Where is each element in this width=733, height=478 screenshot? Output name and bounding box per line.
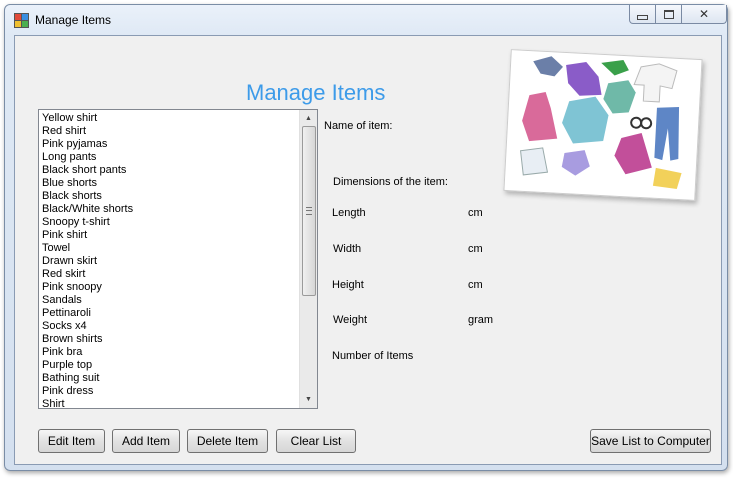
list-item[interactable]: Shirt [42,398,299,411]
length-label: Length [332,207,366,219]
close-button[interactable]: ✕ [682,5,727,24]
list-item[interactable]: Pink bra [42,346,299,359]
save-list-button[interactable]: Save List to Computer [590,429,711,453]
list-item[interactable]: Black shorts [42,190,299,203]
list-item[interactable]: Socks x4 [42,320,299,333]
clear-list-button[interactable]: Clear List [276,429,356,453]
maximize-button[interactable] [656,5,682,24]
close-icon: ✕ [698,7,710,21]
scroll-up-button[interactable]: ▲ [300,110,317,127]
weight-label: Weight [333,314,368,326]
height-label: Height [332,279,364,291]
width-label: Width [333,243,362,255]
list-item[interactable]: Brown shirts [42,333,299,346]
items-list: Yellow shirt Red shirt Pink pyjamas Long pa… [42,112,299,411]
add-item-button[interactable]: Add Item [112,429,180,453]
scroll-grip-icon [306,207,312,215]
list-item[interactable]: Blue shorts [42,177,299,190]
list-item[interactable]: Black short pants [42,164,299,177]
list-item[interactable]: Red shirt [42,125,299,138]
list-item[interactable]: Sandals [42,294,299,307]
list-item[interactable]: Yellow shirt [42,112,299,125]
list-item[interactable]: Red skirt [42,268,299,281]
client-area: Manage Items Yellow shirt Red shirt Pink p… [14,35,722,465]
items-listbox[interactable]: Yellow shirt Red shirt Pink pyjamas Long pa… [38,109,318,411]
list-item[interactable]: Long pants [42,151,299,164]
window-controls: ✕ [629,5,727,25]
list-item[interactable]: Pink shirt [42,229,299,242]
list-item[interactable]: Pink snoopy [42,281,299,294]
list-item[interactable]: Drawn skirt [42,255,299,268]
scroll-thumb[interactable] [302,126,316,296]
list-item[interactable]: Pink pyjamas [42,138,299,151]
delete-item-button[interactable]: Delete Item [187,429,268,453]
scroll-down-button[interactable]: ▼ [300,391,317,408]
list-item[interactable]: Black/White shorts [42,203,299,216]
list-item[interactable]: Towel [42,242,299,255]
list-item[interactable]: Pettinaroli [42,307,299,320]
maximize-icon [663,9,674,19]
list-item[interactable]: Snoopy t-shirt [42,216,299,229]
clothes-illustration [503,49,703,201]
clothes-illustration-graphic [519,56,682,189]
list-item[interactable]: Pink dress [42,385,299,398]
window-title: Manage Items [35,13,112,27]
title-bar[interactable]: Manage Items ✕ [5,5,727,35]
page-title: Manage Items [246,80,386,105]
main-window: Manage Items ✕ Manage Items Yellow shirt… [4,4,728,471]
minimize-icon [637,14,648,20]
minimize-button[interactable] [629,5,656,24]
dimensions-label: Dimensions of the item: [333,176,448,188]
app-window-icon [14,13,29,28]
scroll-down-arrow-icon: ▼ [305,396,312,403]
list-item[interactable]: Bathing suit [42,372,299,385]
height-unit: cm [468,279,483,291]
width-unit: cm [468,243,483,255]
weight-unit: gram [468,314,494,326]
list-scrollbar[interactable]: ▲ ▼ [299,110,317,408]
number-of-items-label: Number of Items [332,350,414,362]
name-of-item-label: Name of item: [324,120,393,132]
edit-item-button[interactable]: Edit Item [38,429,105,453]
list-item[interactable]: Purple top [42,359,299,372]
scroll-up-arrow-icon: ▲ [305,115,312,122]
length-unit: cm [468,207,483,219]
